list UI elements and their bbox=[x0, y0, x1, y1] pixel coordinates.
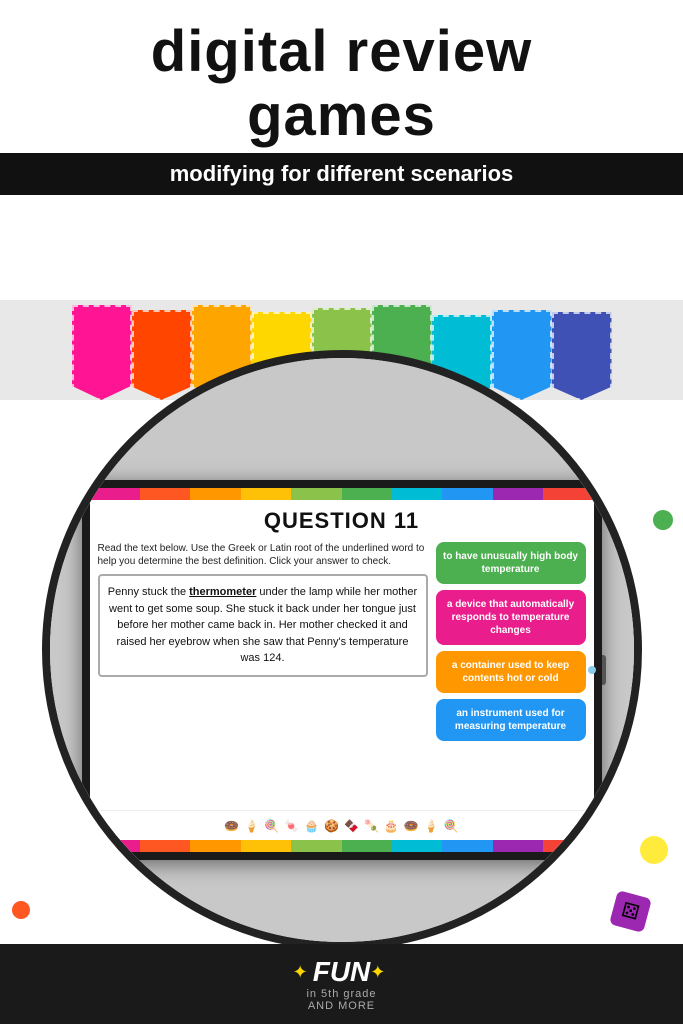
dot-orange-bottom bbox=[12, 901, 30, 919]
stripe-b-pink bbox=[90, 840, 140, 852]
tablet-device: QUESTION 11 Read the text below. Use the… bbox=[82, 480, 602, 860]
icon-candy: 🍬 bbox=[284, 819, 299, 833]
icon-donut2: 🍩 bbox=[404, 819, 419, 833]
answer-button-3[interactable]: a container used to keep contents hot or… bbox=[436, 651, 586, 693]
icon-strip: 🍩 🍦 🍭 🍬 🧁 🍪 🍫 🍡 🎂 🍩 🍦 🍭 bbox=[90, 810, 594, 840]
tablet-screen: QUESTION 11 Read the text below. Use the… bbox=[90, 488, 594, 852]
stripe-orange bbox=[190, 488, 240, 500]
icon-icecream: 🍦 bbox=[244, 819, 259, 833]
stripe-b-cyan bbox=[392, 840, 442, 852]
question-passage: Penny stuck the thermometer under the la… bbox=[98, 574, 428, 677]
stripe-b-blue bbox=[442, 840, 492, 852]
stripe-b-purple bbox=[493, 840, 543, 852]
footer-sub2: AND MORE bbox=[293, 1000, 391, 1012]
question-instruction: Read the text below. Use the Greek or La… bbox=[98, 542, 428, 568]
footer-star-icon: ✦ bbox=[293, 962, 308, 983]
dot-green-mid bbox=[653, 510, 673, 530]
stripe-lime bbox=[291, 488, 341, 500]
icon-cake: 🎂 bbox=[384, 819, 399, 833]
stripe-purple bbox=[493, 488, 543, 500]
icon-lollipop: 🍭 bbox=[264, 819, 279, 833]
question-body: Read the text below. Use the Greek or La… bbox=[90, 538, 594, 810]
title-container: digital review games bbox=[151, 20, 532, 148]
icon-cupcake: 🧁 bbox=[304, 819, 319, 833]
icon-donut: 🍩 bbox=[224, 819, 239, 833]
passage-text-before: Penny stuck the bbox=[108, 586, 189, 598]
icon-icecream2: 🍦 bbox=[424, 819, 439, 833]
answer-button-1[interactable]: to have unusually high body temperature bbox=[436, 542, 586, 584]
passage-underlined-word: thermometer bbox=[189, 586, 256, 598]
stripe-b-red2 bbox=[543, 840, 593, 852]
footer-star-icon2: ✦ bbox=[370, 962, 385, 983]
answer-button-2[interactable]: a device that automatically responds to … bbox=[436, 590, 586, 645]
tablet-side-button bbox=[602, 655, 606, 685]
circle-inner: QUESTION 11 Read the text below. Use the… bbox=[50, 358, 634, 942]
stripe-bar-top bbox=[90, 488, 594, 500]
subtitle-bar: modifying for different scenarios bbox=[0, 153, 683, 195]
title-line2: games bbox=[151, 84, 532, 148]
icon-cookie: 🍪 bbox=[324, 819, 339, 833]
stripe-b-red bbox=[140, 840, 190, 852]
icon-chocolate: 🍫 bbox=[344, 819, 359, 833]
stripe-cyan bbox=[392, 488, 442, 500]
stripe-yellow bbox=[241, 488, 291, 500]
top-section: digital review games modifying for diffe… bbox=[0, 0, 683, 300]
device-circle: QUESTION 11 Read the text below. Use the… bbox=[42, 350, 642, 950]
question-title: QUESTION 11 bbox=[90, 500, 594, 538]
stripe-green bbox=[342, 488, 392, 500]
dot-yellow-bottom bbox=[640, 836, 668, 864]
stripe-b-orange bbox=[190, 840, 240, 852]
footer-section: ✦ FUN ✦ in 5th grade AND MORE bbox=[0, 944, 683, 1024]
question-left: Read the text below. Use the Greek or La… bbox=[98, 542, 428, 810]
footer-logo: ✦ FUN ✦ in 5th grade AND MORE bbox=[293, 956, 391, 1012]
question-answers: to have unusually high body temperature … bbox=[436, 542, 586, 810]
stripe-b-lime bbox=[291, 840, 341, 852]
stripe-bar-bottom bbox=[90, 840, 594, 852]
icon-dango: 🍡 bbox=[364, 819, 379, 833]
stripe-blue bbox=[442, 488, 492, 500]
subtitle-text: modifying for different scenarios bbox=[170, 161, 514, 186]
title-text: digital review games bbox=[151, 20, 532, 148]
footer-sub1: in 5th grade bbox=[293, 988, 391, 1000]
stripe-red bbox=[140, 488, 190, 500]
icon-lollipop2: 🍭 bbox=[444, 819, 459, 833]
stripe-b-yellow bbox=[241, 840, 291, 852]
stripe-b-green bbox=[342, 840, 392, 852]
stripe-pink bbox=[90, 488, 140, 500]
tablet-light bbox=[588, 666, 596, 674]
answer-button-4[interactable]: an instrument used for measuring tempera… bbox=[436, 699, 586, 741]
stripe-red2 bbox=[543, 488, 593, 500]
title-line1: digital review bbox=[151, 20, 532, 84]
footer-fun-text: FUN bbox=[313, 956, 371, 988]
